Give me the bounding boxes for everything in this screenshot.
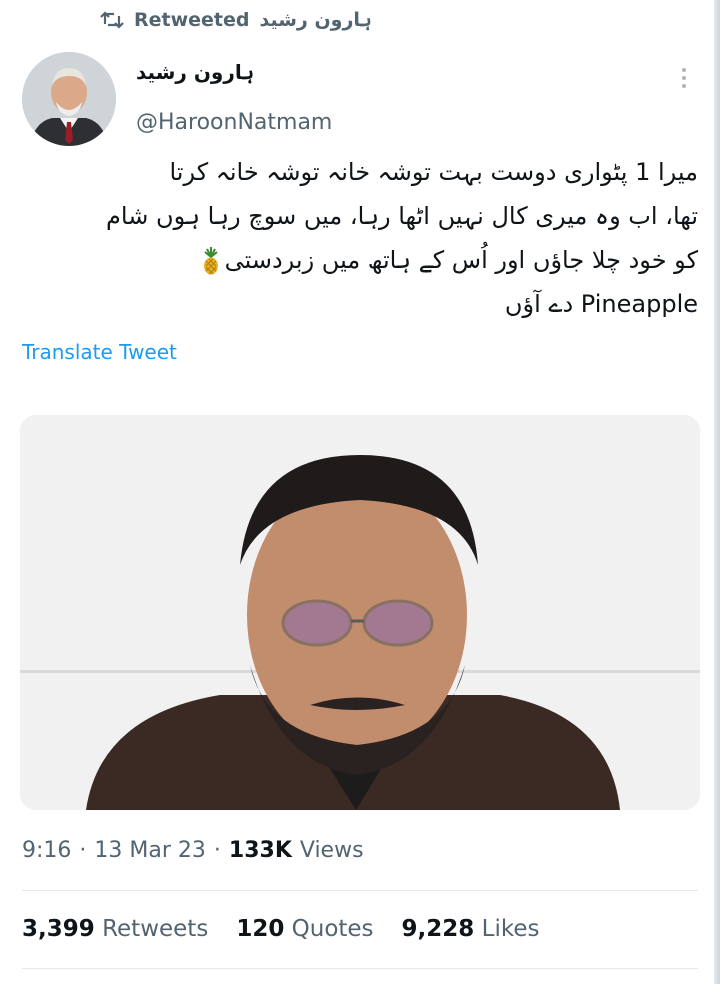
retweets-count: 3,399 [22,916,95,942]
avatar[interactable] [22,52,116,146]
views-label: Views [299,838,364,863]
retweets-stat[interactable]: 3,399 Retweets [22,916,208,942]
display-name[interactable]: ہارون رشید [136,60,254,84]
retweeter-name[interactable]: ہارون رشید [260,9,372,31]
quotes-label: Quotes [291,916,374,942]
tweet-time[interactable]: 9:16 [22,838,71,863]
retweet-icon [100,11,124,29]
separator-dot: · [213,838,221,863]
likes-label: Likes [481,916,540,942]
tweet-text-line: میرا 1 پٹواری دوست بہت توشہ خانہ توشہ خا… [169,158,698,186]
tweet-media-image[interactable] [20,415,700,810]
divider [22,968,698,969]
retweet-label: Retweeted [134,9,250,31]
separator-dot: · [79,838,87,863]
tweet-text-line: کو خود چلا جاؤں اور اُس کے ہاتھ میں زبرد… [224,246,698,274]
page-edge [714,0,720,984]
tweet-meta: 9:16 · 13 Mar 23 · 133K Views [22,838,364,863]
quotes-count: 120 [236,916,285,942]
retweets-label: Retweets [102,916,209,942]
media-photo [20,415,700,810]
user-handle[interactable]: @HaroonNatmam [136,110,332,135]
tweet-date[interactable]: 13 Mar 23 [94,838,205,863]
likes-stat[interactable]: 9,228 Likes [402,916,540,942]
more-options-icon[interactable] [676,62,692,94]
tweet-stats: 3,399 Retweets 120 Quotes 9,228 Likes [22,916,539,942]
translate-tweet-link[interactable]: Translate Tweet [22,340,177,364]
quotes-stat[interactable]: 120 Quotes [236,916,373,942]
likes-count: 9,228 [401,916,475,942]
retweet-context[interactable]: Retweeted ہارون رشید [100,6,372,34]
tweet-text-line: تھا، اب وہ میری کال نہیں اٹھا رہا، میں س… [106,202,698,230]
tweet-text: میرا 1 پٹواری دوست بہت توشہ خانہ توشہ خا… [18,150,698,326]
pineapple-emoji-icon [203,247,218,275]
avatar-photo [22,52,116,146]
tweet-text-line-3: کو خود چلا جاؤں اور اُس کے ہاتھ میں زبرد… [18,238,698,282]
tweet-text-line: Pineapple دے آؤں [504,290,698,318]
divider [22,890,698,891]
views-count: 133K [228,838,292,863]
